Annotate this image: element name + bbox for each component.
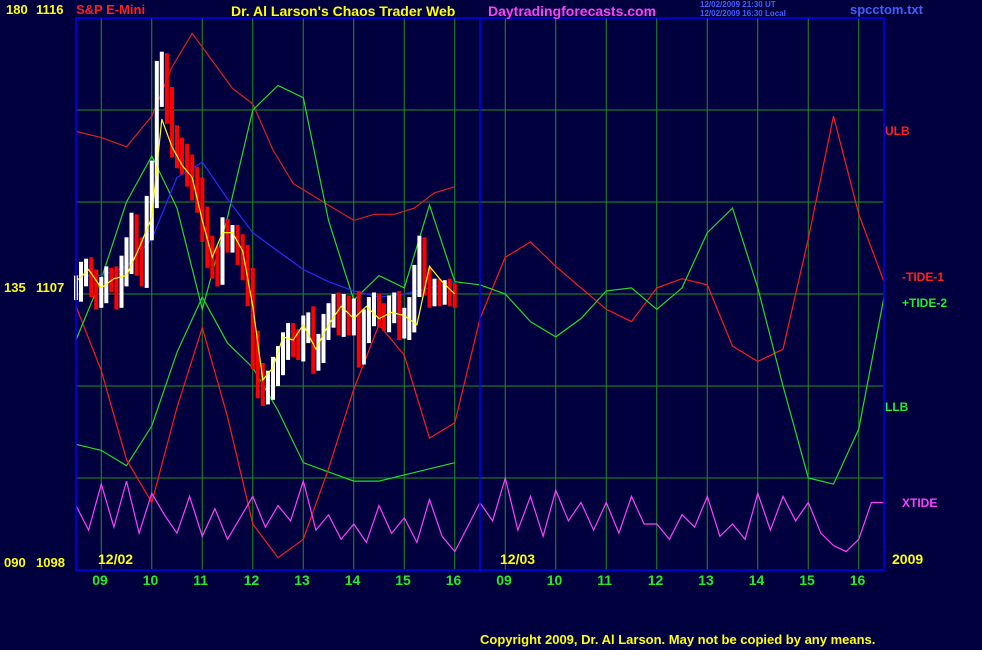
price-bar bbox=[341, 294, 346, 337]
price-bar bbox=[336, 292, 341, 336]
price-bar bbox=[356, 290, 361, 368]
price-bar bbox=[447, 278, 452, 307]
timestamp-local: 12/02/2009 16:30 Local bbox=[700, 9, 786, 18]
price-bar bbox=[180, 137, 184, 175]
price-bar bbox=[311, 306, 316, 374]
x-tick-label: 10 bbox=[546, 572, 563, 588]
price-bar bbox=[79, 261, 83, 302]
x-tick-label: 12 bbox=[647, 572, 664, 588]
price-bar bbox=[452, 283, 457, 308]
y-top-left-label: 180 bbox=[6, 2, 28, 17]
price-bar bbox=[99, 277, 104, 308]
chart-canvas bbox=[74, 17, 885, 571]
price-bar bbox=[225, 218, 230, 253]
price-bar bbox=[402, 307, 407, 339]
timestamp-ut: 12/02/2009 21:30 UT bbox=[700, 0, 776, 9]
y-bottom-right-label: 1098 bbox=[36, 555, 65, 570]
x-tick-label: 15 bbox=[395, 572, 411, 588]
y-mid-left-label: 135 bbox=[4, 280, 26, 295]
price-bar bbox=[286, 323, 291, 360]
file-name: spcctom.txt bbox=[850, 2, 923, 17]
x-tick-label: 09 bbox=[496, 572, 512, 588]
price-bar bbox=[432, 278, 437, 307]
price-bar bbox=[417, 235, 422, 297]
x-tick-label: 14 bbox=[748, 572, 765, 588]
x-tick-label: 13 bbox=[698, 572, 714, 588]
price-bar bbox=[377, 294, 381, 328]
site-link[interactable]: Daytradingforecasts.com bbox=[488, 4, 656, 18]
x-tick-label: 11 bbox=[193, 572, 209, 588]
price-bar bbox=[230, 225, 235, 253]
price-bar bbox=[392, 292, 397, 324]
x-tick-label: 13 bbox=[294, 572, 310, 588]
symbol-title: S&P E-Mini bbox=[76, 2, 146, 17]
price-bar bbox=[119, 255, 124, 308]
price-bar bbox=[372, 292, 376, 327]
price-bar bbox=[124, 237, 129, 287]
price-bar bbox=[159, 51, 164, 107]
price-bar bbox=[366, 297, 371, 344]
tide1-label: -TIDE-1 bbox=[902, 270, 944, 284]
date-label-day2: 12/03 bbox=[500, 551, 536, 567]
y-top-right-label: 1116 bbox=[36, 2, 64, 17]
price-bar bbox=[114, 266, 119, 310]
year-label: 2009 bbox=[892, 551, 924, 567]
tide2-label: +TIDE-2 bbox=[902, 296, 948, 310]
price-bar bbox=[215, 246, 220, 287]
price-bar bbox=[331, 294, 336, 328]
price-bar bbox=[220, 217, 225, 285]
x-tick-label: 09 bbox=[92, 572, 108, 588]
xtide-label: XTIDE bbox=[902, 496, 938, 510]
ulb-label: ULB bbox=[885, 124, 910, 138]
price-bar bbox=[316, 333, 321, 371]
price-bar bbox=[89, 257, 94, 298]
price-bar bbox=[164, 53, 169, 124]
price-bar bbox=[306, 312, 311, 344]
x-tick-label: 14 bbox=[344, 572, 361, 588]
x-tick-label: 12 bbox=[243, 572, 260, 588]
series-line-ulb bbox=[75, 32, 455, 222]
price-bar bbox=[185, 143, 190, 187]
llb-label: LLB bbox=[885, 400, 909, 414]
price-bar bbox=[134, 214, 139, 276]
y-bottom-left-label: 090 bbox=[4, 555, 26, 570]
price-bar bbox=[144, 195, 149, 288]
chart-title: Dr. Al Larson's Chaos Trader Web bbox=[231, 3, 456, 19]
y-mid-right-label: 1107 bbox=[36, 280, 65, 295]
x-tick-label: 16 bbox=[445, 572, 462, 588]
x-tick-label: 10 bbox=[142, 572, 159, 588]
date-label-day1: 12/02 bbox=[98, 551, 134, 567]
price-bar bbox=[94, 269, 99, 310]
x-tick-label: 15 bbox=[799, 572, 815, 588]
price-bar bbox=[397, 290, 402, 340]
price-bars bbox=[74, 51, 457, 406]
x-tick-label: 11 bbox=[597, 572, 613, 588]
price-bar bbox=[301, 315, 306, 362]
price-bar bbox=[361, 309, 366, 365]
x-tick-label: 16 bbox=[849, 572, 866, 588]
price-bar bbox=[437, 278, 442, 307]
copyright-footer: Copyright 2009, Dr. Al Larson. May not b… bbox=[480, 632, 876, 647]
price-bar bbox=[175, 125, 179, 169]
price-bar bbox=[200, 177, 205, 242]
